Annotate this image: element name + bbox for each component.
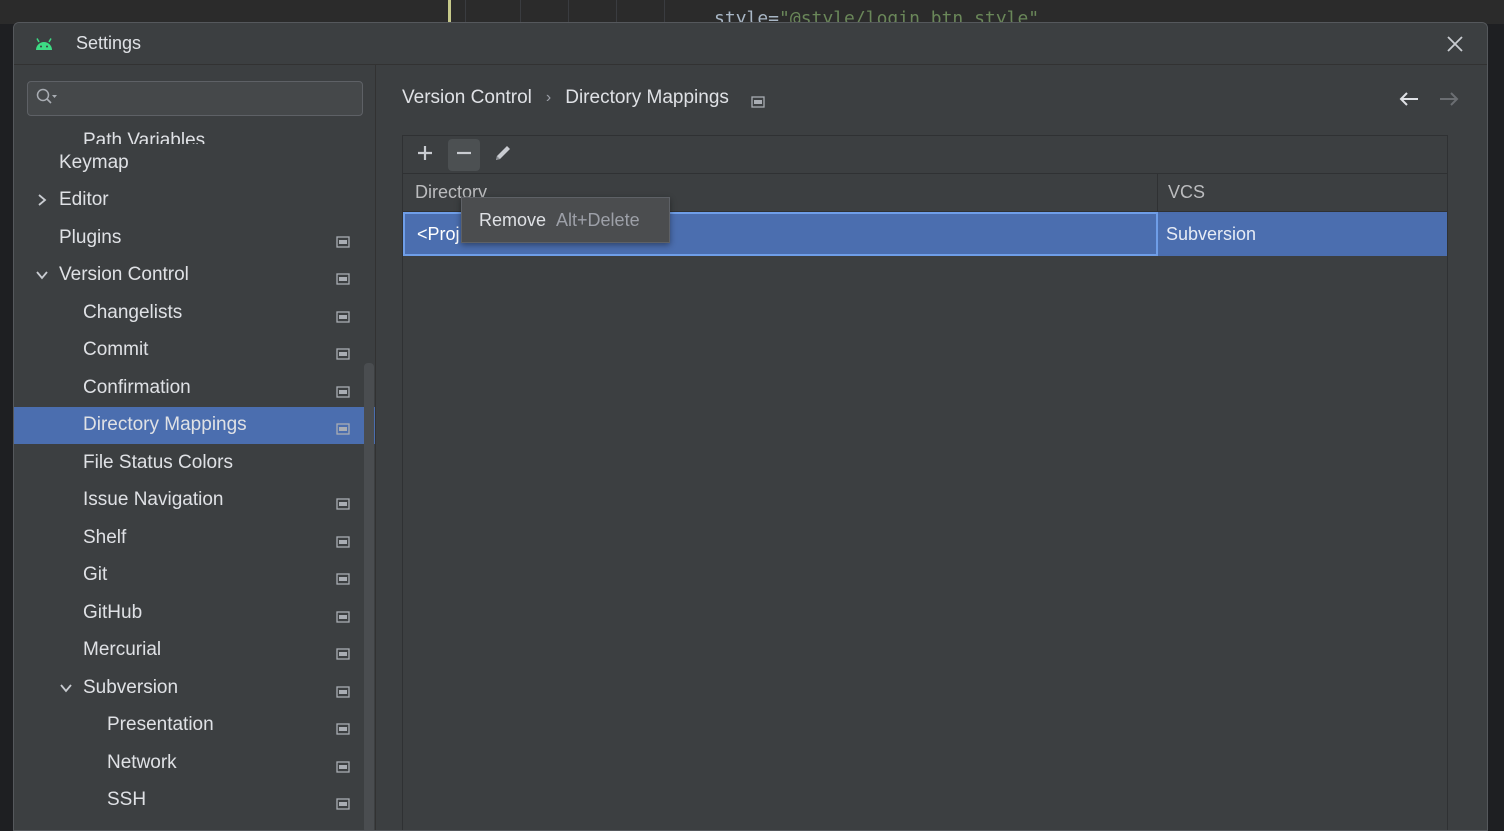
add-mapping-button[interactable] [409, 139, 441, 171]
chevron-right-icon[interactable] [34, 192, 50, 208]
pencil-icon [493, 143, 513, 167]
project-scope-icon [336, 344, 350, 360]
tooltip-label: Remove [479, 209, 547, 230]
sidebar-item-label: Editor [59, 189, 109, 211]
sidebar-item-directory-mappings[interactable]: Directory Mappings [14, 406, 375, 444]
sidebar-item-mercurial[interactable]: Mercurial [14, 632, 375, 670]
sidebar-item-label: Subversion [83, 676, 179, 698]
editor-indent-guide [520, 0, 521, 24]
dialog-title: Settings [76, 33, 142, 53]
sidebar-item-label: Shelf [83, 526, 127, 548]
editor-indent-guide [568, 0, 569, 24]
sidebar-item-label: Commit [83, 339, 149, 361]
editor-indent-guide [664, 0, 665, 24]
sidebar-item-editor[interactable]: Editor [14, 182, 375, 220]
sidebar-item-label: Presentation [107, 714, 214, 736]
cell-vcs[interactable]: Subversion [1158, 212, 1447, 256]
settings-tree: Path Variables Keymap Editor Plugins Version… [14, 118, 375, 819]
project-scope-icon [336, 232, 350, 248]
sidebar-item-label: GitHub [83, 601, 143, 623]
sidebar-item-network[interactable]: Network [14, 744, 375, 782]
settings-dialog: Settings Path Variables Keymap Editor Plugi… [13, 22, 1488, 831]
close-icon[interactable] [1443, 32, 1467, 56]
sidebar-item-label: Confirmation [83, 376, 191, 398]
column-header-vcs[interactable]: VCS [1158, 174, 1447, 211]
minus-icon [455, 144, 473, 166]
dialog-titlebar: Settings [14, 23, 1487, 65]
edit-mapping-button[interactable] [487, 139, 519, 171]
sidebar-item-label: Network [107, 751, 177, 773]
sidebar-item-plugins[interactable]: Plugins [14, 219, 375, 257]
project-scope-icon [336, 607, 350, 623]
editor-indent-guide [465, 0, 466, 24]
forward-arrow-icon[interactable] [1436, 87, 1462, 111]
mappings-toolbar [403, 136, 1447, 174]
sidebar-item-commit[interactable]: Commit [14, 332, 375, 370]
sidebar-item-shelf[interactable]: Shelf [14, 519, 375, 557]
search-input[interactable] [64, 89, 344, 108]
sidebar-item-label: File Status Colors [83, 451, 233, 473]
android-icon [34, 34, 54, 54]
project-scope-icon [336, 794, 350, 810]
table-empty-area [403, 256, 1447, 830]
sidebar-item-path-variables[interactable]: Path Variables [14, 118, 375, 144]
settings-search[interactable] [27, 81, 363, 116]
sidebar-item-label: Keymap [59, 151, 129, 173]
project-scope-icon [336, 719, 350, 735]
breadcrumb: Version Control › Directory Mappings [402, 87, 765, 109]
editor-indent-guide [616, 0, 617, 24]
settings-main-panel: Version Control › Directory Mappings Dir… [376, 65, 1487, 830]
sidebar-item-changelists[interactable]: Changelists [14, 294, 375, 332]
breadcrumb-separator: › [545, 89, 552, 106]
project-scope-icon [336, 644, 350, 660]
sidebar-item-presentation[interactable]: Presentation [14, 707, 375, 745]
settings-sidebar: Path Variables Keymap Editor Plugins Version… [14, 65, 375, 830]
sidebar-scrollbar[interactable] [364, 363, 374, 830]
back-arrow-icon[interactable] [1396, 87, 1422, 111]
sidebar-item-label: Plugins [59, 226, 122, 248]
project-scope-icon [336, 569, 350, 585]
sidebar-item-label: Changelists [83, 301, 183, 323]
project-scope-icon [336, 307, 350, 323]
sidebar-item-github[interactable]: GitHub [14, 594, 375, 632]
plus-icon [416, 144, 434, 166]
project-scope-icon [336, 682, 350, 698]
editor-caret-guide [448, 0, 451, 24]
background-editor: style="@style/login_btn_style" [0, 0, 1504, 29]
project-scope-icon [336, 532, 350, 548]
sidebar-item-version-control[interactable]: Version Control [14, 257, 375, 295]
project-scope-icon [336, 269, 350, 285]
sidebar-item-label: Git [83, 564, 108, 586]
sidebar-item-git[interactable]: Git [14, 557, 375, 595]
remove-mapping-button[interactable] [448, 138, 480, 171]
sidebar-item-issue-navigation[interactable]: Issue Navigation [14, 482, 375, 520]
search-icon [36, 88, 58, 110]
chevron-down-icon[interactable] [58, 680, 74, 696]
breadcrumb-current: Directory Mappings [565, 87, 729, 108]
sidebar-item-file-status-colors[interactable]: File Status Colors [14, 444, 375, 482]
sidebar-item-label: Issue Navigation [83, 489, 224, 511]
sidebar-item-ssh[interactable]: SSH [14, 782, 375, 820]
breadcrumb-parent[interactable]: Version Control [402, 87, 532, 109]
sidebar-item-keymap[interactable]: Keymap [14, 144, 375, 182]
remove-tooltip: Remove Alt+Delete [461, 197, 670, 243]
sidebar-item-label: SSH [107, 789, 147, 811]
project-scope-icon [751, 92, 765, 108]
sidebar-item-label: Mercurial [83, 639, 162, 661]
project-scope-icon [336, 382, 350, 398]
mappings-table: Directory VCS <Proj Subversion [403, 174, 1447, 830]
tooltip-shortcut: Alt+Delete [556, 209, 640, 230]
sidebar-item-label: Directory Mappings [83, 414, 247, 436]
sidebar-item-confirmation[interactable]: Confirmation [14, 369, 375, 407]
project-scope-icon [336, 419, 350, 435]
project-scope-icon [336, 757, 350, 773]
chevron-down-icon[interactable] [34, 267, 50, 283]
sidebar-item-subversion[interactable]: Subversion [14, 669, 375, 707]
sidebar-item-label: Path Variables [83, 130, 206, 144]
project-scope-icon [336, 494, 350, 510]
